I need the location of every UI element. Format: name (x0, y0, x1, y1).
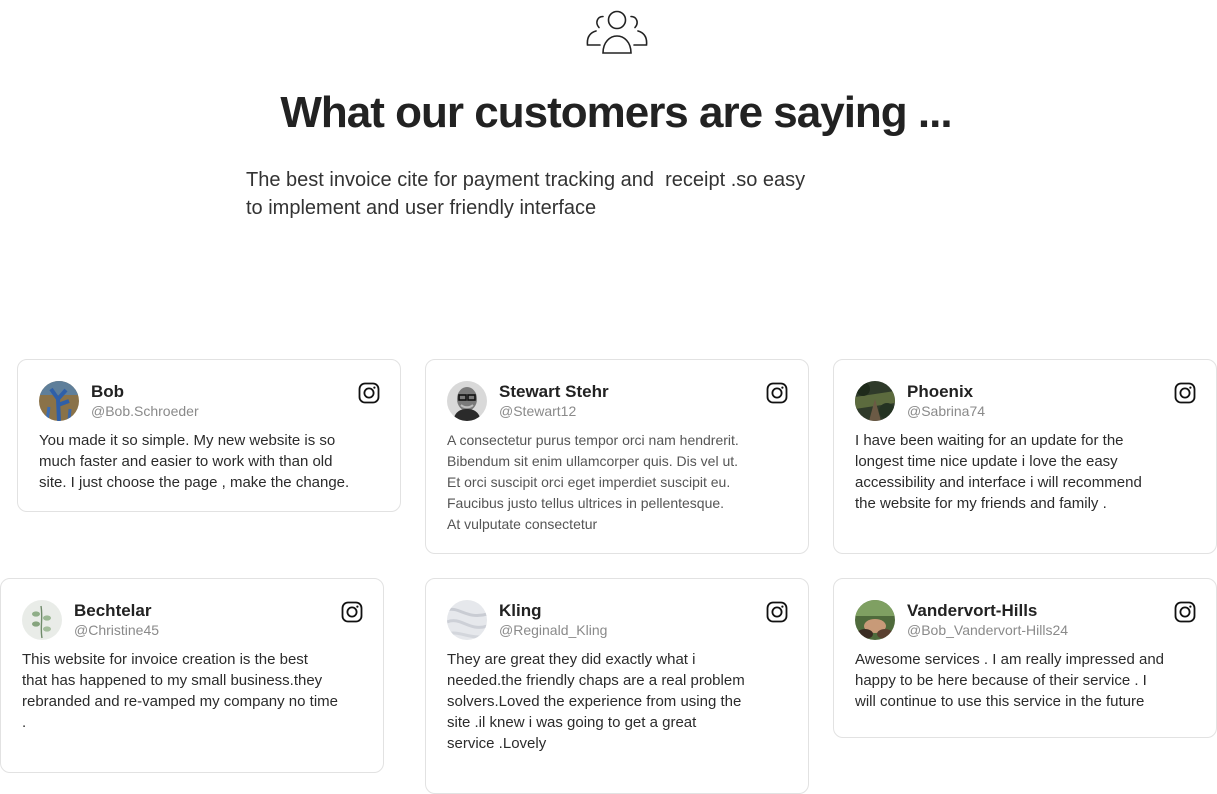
reviewer-handle[interactable]: @Bob.Schroeder (91, 403, 199, 419)
testimonial-card: Bechtelar @Christine45 This website for … (0, 578, 384, 773)
instagram-icon[interactable] (358, 382, 380, 404)
reviewer-name: Phoenix (907, 382, 974, 401)
testimonial-text: I have been waiting for an update for th… (855, 432, 1142, 512)
reviewer-handle[interactable]: @Bob_Vandervort-Hills24 (907, 622, 1068, 638)
avatar (855, 381, 895, 421)
testimonial-text: Awesome services . I am really impressed… (855, 651, 1165, 710)
page-subtitle: The best invoice cite for payment tracki… (246, 169, 806, 219)
avatar (22, 600, 62, 640)
instagram-icon[interactable] (1174, 382, 1196, 404)
avatar (39, 381, 79, 421)
reviewer-handle[interactable]: @Christine45 (74, 622, 159, 638)
reviewer-name: Vandervort-Hills (907, 601, 1038, 620)
reviewer-handle[interactable]: @Reginald_Kling (499, 622, 607, 638)
testimonial-card: Kling @Reginald_Kling They are great the… (425, 578, 809, 794)
instagram-icon[interactable] (341, 601, 363, 623)
avatar (447, 381, 487, 421)
testimonial-text: This website for invoice creation is the… (22, 651, 338, 731)
avatar (447, 600, 487, 640)
reviewer-name: Bob (91, 382, 125, 401)
testimonial-card: Phoenix @Sabrina74 I have been waiting f… (833, 359, 1217, 554)
page-title: What our customers are saying ... (280, 88, 952, 137)
reviewer-handle[interactable]: @Stewart12 (499, 403, 576, 419)
testimonial-text: You made it so simple. My new website is… (39, 432, 350, 491)
testimonial-text: They are great they did exactly what i n… (447, 651, 745, 752)
testimonial-text: A consectetur purus tempor orci nam hend… (447, 432, 739, 532)
reviewer-name: Bechtelar (74, 601, 152, 620)
users-icon (586, 9, 648, 55)
testimonial-card: Stewart Stehr @Stewart12 A consectetur p… (425, 359, 809, 554)
testimonial-card: Vandervort-Hills @Bob_Vandervort-Hills24… (833, 578, 1217, 738)
reviewer-name: Stewart Stehr (499, 382, 609, 401)
reviewer-name: Kling (499, 601, 542, 620)
testimonial-card: Bob @Bob.Schroeder You made it so simple… (17, 359, 401, 512)
avatar (855, 600, 895, 640)
instagram-icon[interactable] (766, 382, 788, 404)
instagram-icon[interactable] (766, 601, 788, 623)
reviewer-handle[interactable]: @Sabrina74 (907, 403, 985, 419)
instagram-icon[interactable] (1174, 601, 1196, 623)
